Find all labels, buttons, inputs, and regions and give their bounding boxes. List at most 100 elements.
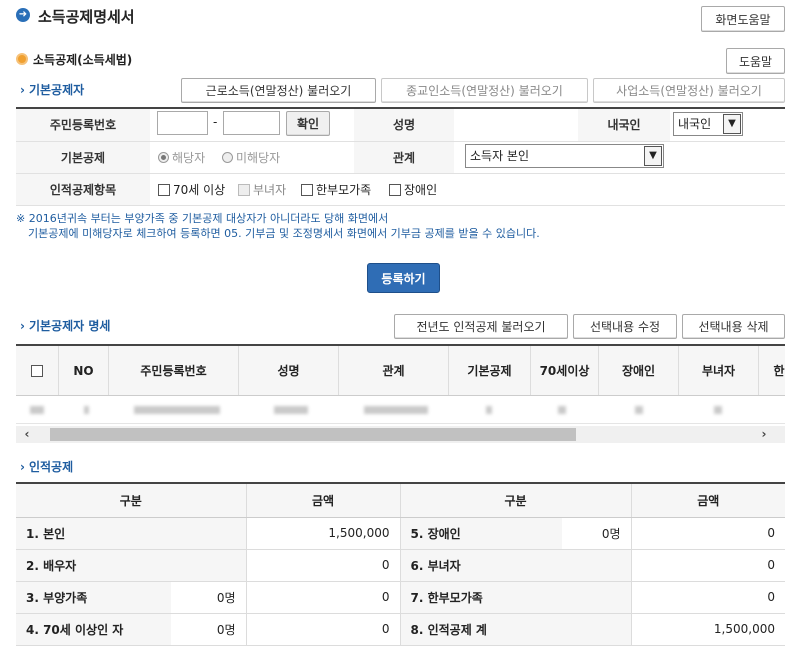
- age70-checkbox[interactable]: 70세 이상: [158, 181, 225, 198]
- col-relation: 관계: [339, 346, 449, 395]
- row-amount: 1,500,000: [630, 613, 785, 646]
- woman-householder-checkbox[interactable]: 부녀자: [238, 181, 286, 198]
- screen-help-button[interactable]: 화면도움말: [701, 6, 785, 32]
- deduction-label: 기본공제: [16, 141, 150, 174]
- row-count: 0명: [171, 581, 246, 614]
- load-religious-income-button[interactable]: 종교인소득(연말정산) 불러오기: [381, 78, 588, 103]
- row-amount: 0: [630, 549, 785, 582]
- section-arrow-icon: ›: [20, 83, 25, 97]
- header-amount-left: 금액: [245, 484, 400, 518]
- col-basic-deduction: 기본공제: [449, 346, 531, 395]
- section-arrow-icon: ›: [20, 319, 25, 333]
- blurred-cell: [635, 406, 643, 414]
- disabled-checkbox[interactable]: 장애인: [389, 181, 437, 198]
- nationality-label: 내국인: [578, 109, 670, 142]
- blurred-cell: [274, 406, 308, 414]
- scroll-left-icon[interactable]: ‹: [20, 426, 34, 443]
- name-label: 성명: [354, 109, 454, 142]
- rrn-confirm-button[interactable]: 확인: [286, 111, 330, 136]
- deduction-applicable-radio[interactable]: 해당자: [158, 149, 205, 166]
- checkbox-icon: [158, 184, 170, 196]
- relation-label: 관계: [354, 141, 454, 174]
- checkbox-icon: [389, 184, 401, 196]
- page-title: 소득공제명세서: [38, 8, 135, 26]
- col-disabled: 장애인: [599, 346, 679, 395]
- horizontal-scrollbar[interactable]: ‹ ›: [16, 426, 785, 443]
- blurred-cell: [486, 406, 492, 414]
- col-name: 성명: [239, 346, 339, 395]
- notice-line-1: ※ 2016년귀속 부터는 부양가족 중 기본공제 대상자가 아니더라도 당해 …: [16, 212, 389, 225]
- load-earned-income-button[interactable]: 근로소득(연말정산) 불러오기: [181, 78, 376, 103]
- load-business-income-button[interactable]: 사업소득(연말정산) 불러오기: [593, 78, 785, 103]
- personal-deduction-table: 구분 금액 구분 금액 1. 본인 1,500,000 5. 장애인 0명 0 …: [16, 482, 785, 646]
- checkbox-icon: [301, 184, 313, 196]
- select-all-checkbox[interactable]: [16, 346, 59, 395]
- rrn-separator: -: [213, 115, 218, 129]
- basic-deduction-section-title: › 기본공제자: [20, 83, 85, 97]
- edit-selected-button[interactable]: 선택내용 수정: [573, 314, 677, 339]
- subtitle-bullet-icon: [16, 53, 28, 65]
- row-label: 8. 인적공제 계: [399, 613, 631, 646]
- row-amount: 0: [245, 581, 400, 614]
- help-button[interactable]: 도움말: [726, 48, 785, 74]
- personal-section-title: › 인적공제: [20, 460, 74, 474]
- single-parent-checkbox[interactable]: 한부모가족: [301, 181, 371, 198]
- section-arrow-icon: ›: [20, 460, 25, 474]
- rrn-label: 주민등록번호: [16, 109, 150, 142]
- row-label: 7. 한부모가족: [399, 581, 631, 614]
- checkbox-icon: [31, 365, 43, 377]
- delete-selected-button[interactable]: 선택내용 삭제: [682, 314, 785, 339]
- blurred-cell: [558, 406, 566, 414]
- radio-icon: [222, 152, 233, 163]
- radio-icon: [158, 152, 169, 163]
- col-single-parent: 한: [773, 364, 785, 378]
- row-label: 5. 장애인: [399, 517, 562, 550]
- col-no: NO: [59, 346, 109, 395]
- header-category-left: 구분: [16, 484, 246, 518]
- load-previous-year-button[interactable]: 전년도 인적공제 불러오기: [394, 314, 568, 339]
- deduction-not-applicable-radio[interactable]: 미해당자: [222, 149, 280, 166]
- rrn-front-input[interactable]: [157, 111, 208, 135]
- deduction-row: 3. 부양가족 0명 0 7. 한부모가족 0: [16, 581, 785, 614]
- row-count: 0명: [171, 613, 246, 646]
- relation-select-value: 소득자 본인: [470, 149, 530, 163]
- row-label: 1. 본인: [16, 517, 246, 550]
- personal-items-label: 인적공제항목: [16, 173, 150, 206]
- scroll-right-icon[interactable]: ›: [757, 426, 771, 443]
- row-label: 3. 부양가족: [16, 581, 171, 614]
- row-amount: 0: [245, 613, 400, 646]
- nationality-select-value: 내국인: [678, 117, 712, 131]
- deduction-row: 1. 본인 1,500,000 5. 장애인 0명 0: [16, 517, 785, 550]
- row-amount: 0: [245, 549, 400, 582]
- rrn-back-input[interactable]: [223, 111, 280, 135]
- blurred-cell: [84, 406, 89, 414]
- col-age70: 70세이상: [531, 346, 599, 395]
- scrollbar-thumb[interactable]: [50, 428, 576, 441]
- list-grid-header: NO 주민등록번호 성명 관계 기본공제 70세이상 장애인 부녀자 한: [16, 344, 785, 396]
- notice-text: ※ 2016년귀속 부터는 부양가족 중 기본공제 대상자가 아니더라도 당해 …: [16, 211, 540, 241]
- nationality-select[interactable]: 내국인 ▼: [673, 112, 743, 136]
- row-label: 2. 배우자: [16, 549, 246, 582]
- relation-select[interactable]: 소득자 본인 ▼: [465, 144, 664, 168]
- row-label: 4. 70세 이상인 자: [16, 613, 171, 646]
- list-section-title: › 기본공제자 명세: [20, 319, 111, 333]
- title-arrow-icon: ➜: [16, 8, 30, 22]
- subtitle: 소득공제(소득세법): [33, 53, 133, 67]
- row-amount: 0: [631, 517, 785, 550]
- blurred-cell: [134, 406, 220, 414]
- deduction-row: 4. 70세 이상인 자 0명 0 8. 인적공제 계 1,500,000: [16, 613, 785, 646]
- row-amount: 0: [630, 581, 785, 614]
- col-rrn: 주민등록번호: [109, 346, 239, 395]
- chevron-down-icon: ▼: [723, 114, 741, 134]
- blurred-cell: [364, 406, 428, 414]
- row-count: 0명: [562, 517, 632, 550]
- blurred-cell: [714, 406, 722, 414]
- checkbox-icon: [238, 184, 250, 196]
- row-label: 6. 부녀자: [399, 549, 631, 582]
- chevron-down-icon: ▼: [644, 146, 662, 166]
- header-amount-right: 금액: [630, 484, 785, 518]
- table-row[interactable]: [16, 396, 785, 424]
- row-amount: 1,500,000: [245, 517, 400, 550]
- col-woman: 부녀자: [679, 346, 759, 395]
- register-button[interactable]: 등록하기: [367, 263, 440, 293]
